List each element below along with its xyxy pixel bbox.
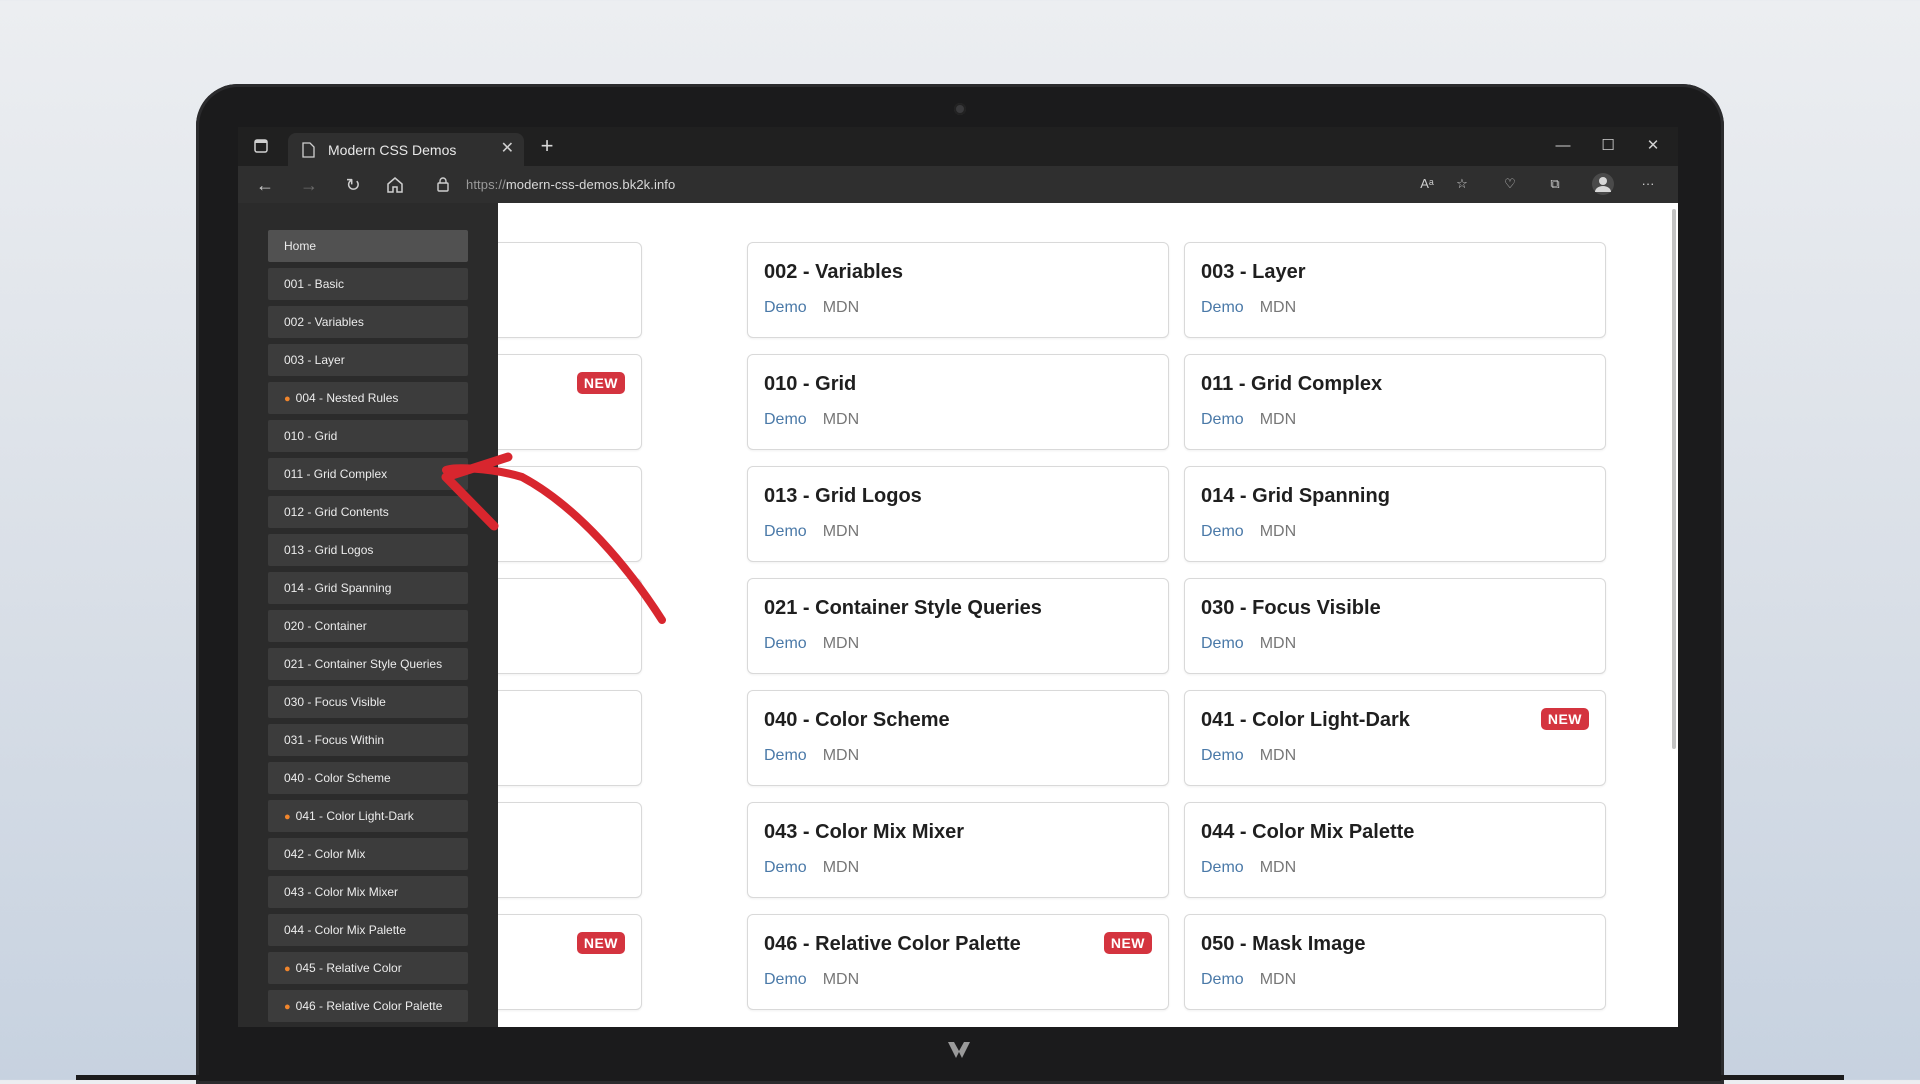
- laptop-logo: [948, 1042, 970, 1058]
- browser-window: Modern CSS Demos ✕ + — ☐ ✕ ← → ↻ https:/…: [238, 127, 1678, 1027]
- laptop-base: [76, 1075, 1844, 1080]
- webcam: [954, 103, 966, 115]
- red-arrow-annotation: [441, 452, 666, 624]
